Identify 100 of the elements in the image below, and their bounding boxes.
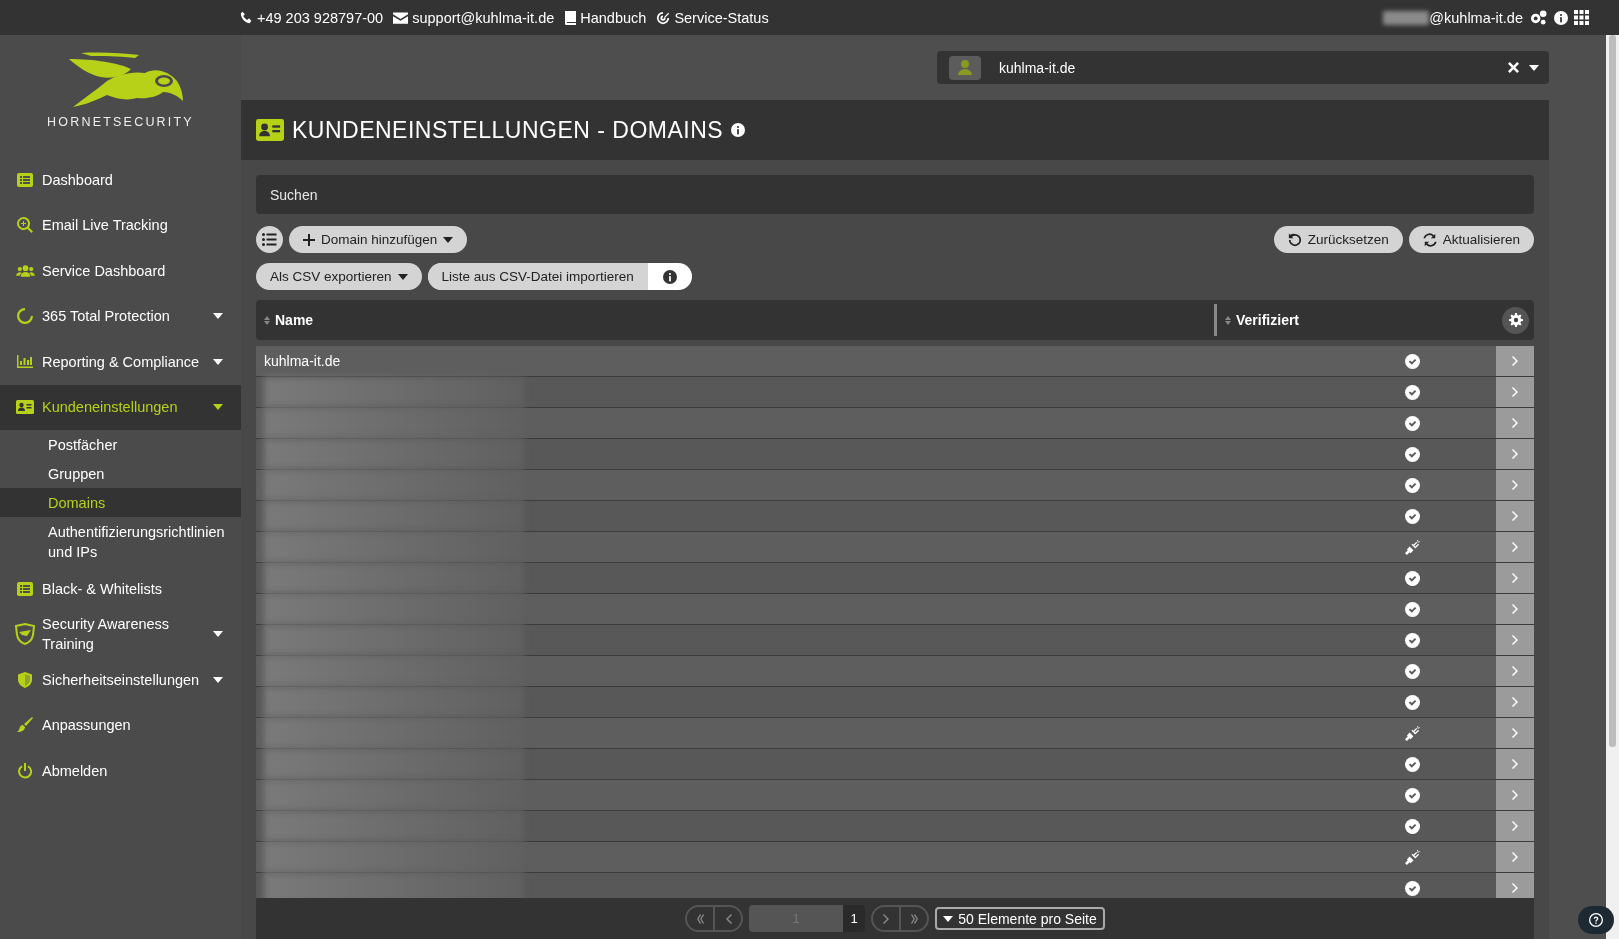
nav-subitem[interactable]: Gruppen <box>0 459 241 488</box>
power-icon <box>17 762 33 779</box>
nav-item[interactable]: Reporting & Compliance <box>0 339 241 385</box>
table-row[interactable] <box>256 439 1534 470</box>
help-button[interactable] <box>1578 906 1614 934</box>
chevron-right-icon <box>1511 666 1519 676</box>
caret-down-icon <box>943 915 954 922</box>
list-view-button[interactable] <box>256 226 283 253</box>
nav-item[interactable]: 365 Total Protection <box>0 293 241 339</box>
nav-item[interactable]: Black- & Whitelists <box>0 566 241 612</box>
nav-subitem[interactable]: Postfächer <box>0 430 241 459</box>
sort-icon <box>264 315 270 325</box>
info-icon[interactable] <box>1554 10 1568 25</box>
close-icon[interactable] <box>1508 62 1519 73</box>
reset-button[interactable]: Zurücksetzen <box>1273 226 1403 253</box>
page-size-button[interactable]: 50 Elemente pro Seite <box>935 907 1105 930</box>
service-status-link[interactable]: Service-Status <box>674 9 769 26</box>
person-icon <box>958 60 972 75</box>
chevron-right-icon <box>1511 635 1519 645</box>
nav-item[interactable]: Abmelden <box>0 748 241 794</box>
table-row[interactable] <box>256 625 1534 656</box>
user-email[interactable]: @kuhlma-it.de <box>1429 9 1523 26</box>
table-row[interactable] <box>256 408 1534 439</box>
table-row[interactable] <box>256 749 1534 780</box>
nav-item[interactable]: Email Live Tracking <box>0 202 241 248</box>
column-header[interactable]: Verifiziert <box>1236 312 1300 328</box>
refresh-icon <box>1422 232 1437 247</box>
list-icon <box>262 233 277 246</box>
scrollbar-thumb[interactable] <box>1609 35 1616 747</box>
phone-link[interactable]: +49 203 928797-00 <box>257 9 384 26</box>
chevron-right-icon <box>1511 697 1519 707</box>
caret-down-icon <box>443 236 454 243</box>
email-link[interactable]: support@kuhlma-it.de <box>412 9 555 26</box>
shield-icon <box>14 623 36 646</box>
table-row[interactable] <box>256 563 1534 594</box>
phone-icon <box>240 11 253 24</box>
nav-subitem[interactable]: Domains <box>0 488 241 517</box>
mail-icon <box>393 11 409 24</box>
table-row[interactable] <box>256 594 1534 625</box>
info-icon[interactable] <box>662 269 677 284</box>
column-header[interactable]: Name <box>275 312 314 328</box>
nav-item[interactable]: Sicherheitseinstellungen <box>0 657 241 703</box>
logo-text: HORNETSECURITY <box>47 115 194 129</box>
chevron-right-icon <box>1511 883 1519 893</box>
manual-link[interactable]: Handbuch <box>580 9 647 26</box>
chevron-right-icon <box>1511 821 1519 831</box>
nav-item[interactable]: Kundeneinstellungen <box>0 384 241 430</box>
chevron-right-icon <box>1511 542 1519 552</box>
prev-page-icon <box>724 913 732 924</box>
chevron-right-icon <box>1511 449 1519 459</box>
plus-icon <box>303 233 315 246</box>
chevron-right-icon <box>1511 480 1519 490</box>
last-page-icon <box>910 913 918 924</box>
info-icon <box>731 123 746 137</box>
table-cell: kuhlma-it.de <box>264 353 341 369</box>
app-grid-icon[interactable] <box>1574 10 1589 25</box>
nav-item[interactable]: Anpassungen <box>0 702 241 748</box>
chevron-right-icon <box>1511 852 1519 862</box>
table-row[interactable] <box>256 377 1534 408</box>
table-row[interactable] <box>256 780 1534 811</box>
next-page-icon <box>882 913 890 924</box>
table-row[interactable]: kuhlma-it.de <box>256 346 1534 377</box>
table-row[interactable] <box>256 842 1534 873</box>
table-row[interactable] <box>256 501 1534 532</box>
bar-chart-icon <box>17 355 33 369</box>
nav-item[interactable]: Security Awareness Training <box>0 611 241 657</box>
add-domain-button[interactable]: Domain hinzufügen <box>289 226 468 253</box>
caret-down-icon <box>1529 64 1539 71</box>
page-count: 1 <box>843 905 866 932</box>
users-icon <box>15 263 35 278</box>
sort-icon <box>1225 315 1231 325</box>
nav-item[interactable]: Dashboard <box>0 157 241 203</box>
page-title: KUNDENEINSTELLUNGEN - DOMAINS <box>292 116 724 144</box>
nav-subitem[interactable]: Authentifizierungsrichtlinien und IPs <box>0 517 241 566</box>
table-row[interactable] <box>256 470 1534 501</box>
chevron-right-icon <box>1511 511 1519 521</box>
import-csv-button[interactable]: Liste aus CSV-Datei importieren <box>427 263 648 290</box>
table-row[interactable] <box>256 718 1534 749</box>
magnifier-icon <box>17 217 33 234</box>
list-icon <box>17 172 33 187</box>
brush-icon <box>17 717 33 734</box>
nav-item[interactable]: Service Dashboard <box>0 248 241 294</box>
blurred-text <box>1383 10 1430 25</box>
chevron-right-icon <box>1511 573 1519 583</box>
table-row[interactable] <box>256 873 1534 898</box>
list-icon <box>17 581 33 596</box>
refresh-button[interactable]: Aktualisieren <box>1408 226 1534 253</box>
table-row[interactable] <box>256 687 1534 718</box>
table-row[interactable] <box>256 532 1534 563</box>
chevron-right-icon <box>1511 759 1519 769</box>
circle-arrow-icon <box>17 308 33 325</box>
first-page-icon <box>696 913 704 924</box>
export-csv-button[interactable]: Als CSV exportieren <box>256 263 422 290</box>
customer-selector[interactable]: kuhlma-it.de <box>937 51 1549 84</box>
table-row[interactable] <box>256 656 1534 687</box>
search-field[interactable]: Suchen <box>256 175 1534 214</box>
id-card-icon <box>256 119 284 141</box>
table-row[interactable] <box>256 811 1534 842</box>
chevron-right-icon <box>1511 790 1519 800</box>
column-settings-button[interactable] <box>1502 306 1529 334</box>
